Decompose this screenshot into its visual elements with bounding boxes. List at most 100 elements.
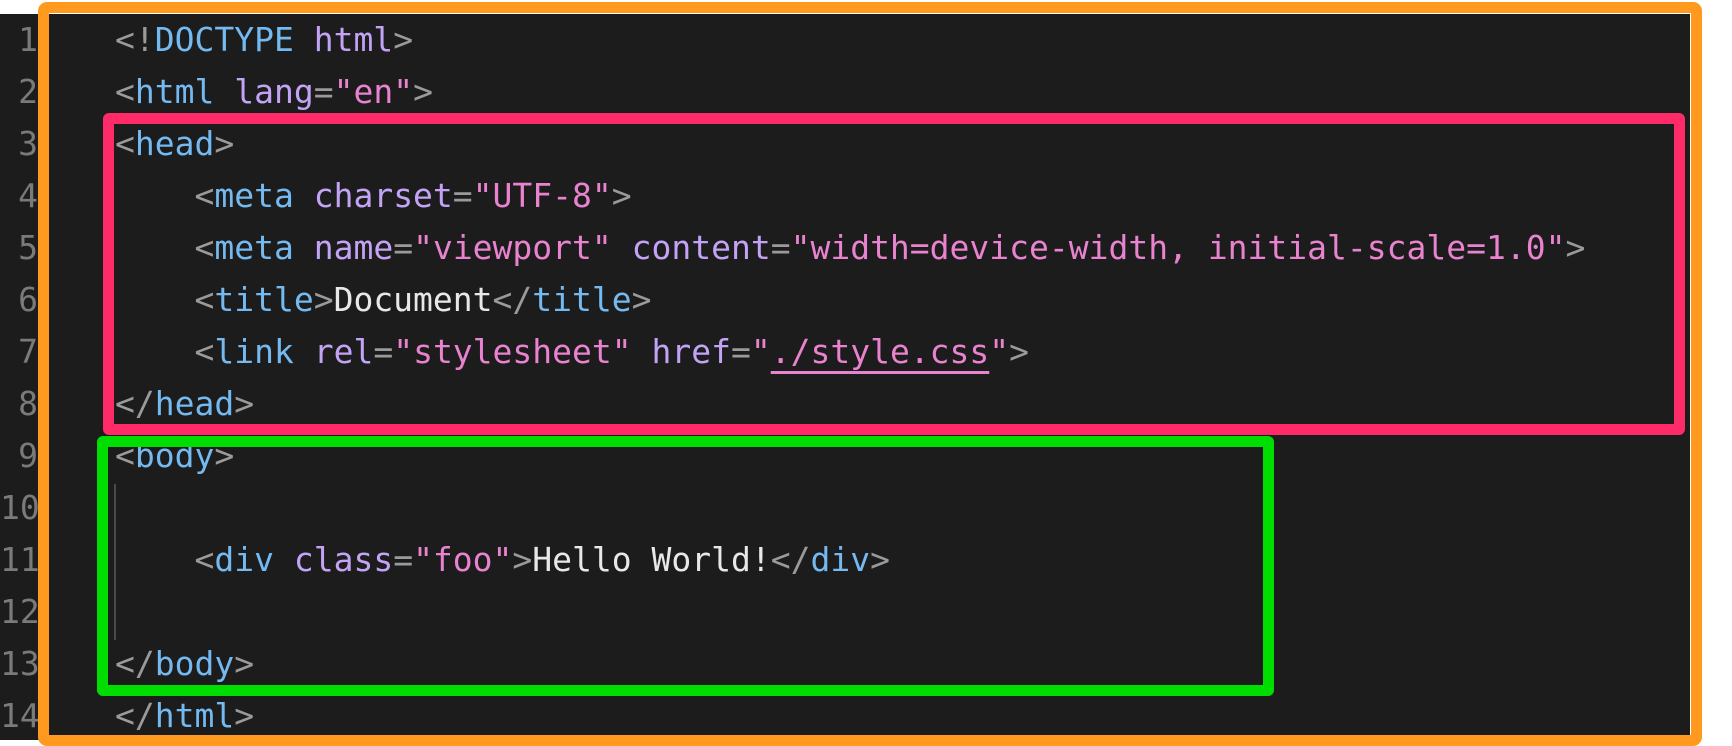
- code-line: 8 </head>: [0, 378, 1690, 430]
- code-line: 2 <html lang="en">: [0, 66, 1690, 118]
- code-token: Document: [333, 280, 493, 319]
- code-token: <: [194, 228, 215, 267]
- code-token: >: [413, 72, 433, 111]
- code-token: ": [750, 332, 771, 371]
- line-number: 2: [18, 72, 38, 111]
- code-token: <: [115, 436, 135, 475]
- code-token: <: [115, 124, 135, 163]
- code-token: "width=device-width, initial-scale=1.0": [790, 228, 1566, 267]
- code-text: </body>: [115, 638, 254, 690]
- code-token: div: [214, 540, 274, 579]
- code-token: </: [115, 696, 155, 735]
- line-number: 14: [0, 696, 40, 735]
- code-token: "viewport": [413, 228, 612, 267]
- line-number: 3: [18, 124, 38, 163]
- code-token: >: [611, 176, 632, 215]
- code-text: <meta charset="UTF-8">: [115, 170, 632, 222]
- code-token: div: [810, 540, 871, 579]
- code-text: <div class="foo">Hello World!</div>: [115, 534, 889, 586]
- code-token: ": [989, 332, 1010, 371]
- code-line: 12: [0, 586, 1690, 638]
- code-token: "UTF-8": [472, 176, 612, 215]
- code-token: >: [393, 20, 414, 59]
- code-text: <link rel="stylesheet" href="./style.css…: [115, 326, 1029, 378]
- code-token: =: [313, 72, 334, 111]
- code-line: 13 </body>: [0, 638, 1690, 690]
- top-margin: [0, 0, 1732, 14]
- code-token: html: [134, 72, 215, 111]
- code-token: =: [730, 332, 751, 371]
- code-token: >: [631, 280, 652, 319]
- code-token: <: [194, 176, 215, 215]
- code-token: >: [1565, 228, 1586, 267]
- line-number: 11: [0, 540, 40, 579]
- code-text: </html>: [115, 690, 254, 742]
- code-token: >: [234, 644, 255, 683]
- code-token: content: [631, 228, 771, 267]
- code-token: =: [770, 228, 791, 267]
- code-token: <!: [115, 20, 155, 59]
- code-text: <!DOCTYPE html>: [115, 14, 413, 66]
- line-number: 7: [18, 332, 38, 371]
- line-number: 4: [18, 176, 38, 215]
- line-number: 12: [0, 592, 40, 631]
- code-token: head: [134, 124, 215, 163]
- code-line: 14 </html>: [0, 690, 1690, 742]
- line-number: 8: [18, 384, 38, 423]
- code-token: >: [234, 696, 255, 735]
- code-token: </: [492, 280, 533, 319]
- code-token: >: [1009, 332, 1030, 371]
- code-line: 7 <link rel="stylesheet" href="./style.c…: [0, 326, 1690, 378]
- code-token: href: [651, 332, 731, 371]
- code-line: 10: [0, 482, 1690, 534]
- code-token: body: [134, 436, 215, 475]
- code-token: class: [293, 540, 394, 579]
- code-token: "foo": [413, 540, 513, 579]
- code-line: 5 <meta name="viewport" content="width=d…: [0, 222, 1690, 274]
- code-line: 4 <meta charset="UTF-8">: [0, 170, 1690, 222]
- code-token: <: [194, 280, 215, 319]
- line-number: 5: [18, 228, 38, 267]
- code-token: =: [452, 176, 473, 215]
- line-number: 13: [0, 644, 40, 683]
- code-token: >: [313, 280, 334, 319]
- code-line: 1 <!DOCTYPE html>: [0, 14, 1690, 66]
- code-line: 11 <div class="foo">Hello World!</div>: [0, 534, 1690, 586]
- code-text: <body>: [115, 430, 234, 482]
- code-token: >: [214, 124, 235, 163]
- code-token: title: [214, 280, 314, 319]
- code-token: body: [154, 644, 235, 683]
- code-text: <html lang="en">: [115, 66, 433, 118]
- code-token: >: [512, 540, 533, 579]
- code-text: <title>Document</title>: [115, 274, 652, 326]
- code-token: =: [393, 540, 414, 579]
- code-token: <: [115, 72, 135, 111]
- code-line: 3 <head>: [0, 118, 1690, 170]
- code-token: DOCTYPE: [154, 20, 294, 59]
- code-token: title: [532, 280, 632, 319]
- code-token: >: [214, 436, 235, 475]
- code-token: meta: [214, 176, 294, 215]
- code-token: head: [154, 384, 235, 423]
- code-line: 6 <title>Document</title>: [0, 274, 1690, 326]
- code-line: 9 <body>: [0, 430, 1690, 482]
- code-token: html: [313, 20, 394, 59]
- code-token: link: [214, 332, 294, 371]
- code-token: name: [313, 228, 394, 267]
- code-token: ./style.css: [770, 332, 990, 371]
- line-number: 6: [18, 280, 38, 319]
- code-token: =: [373, 332, 394, 371]
